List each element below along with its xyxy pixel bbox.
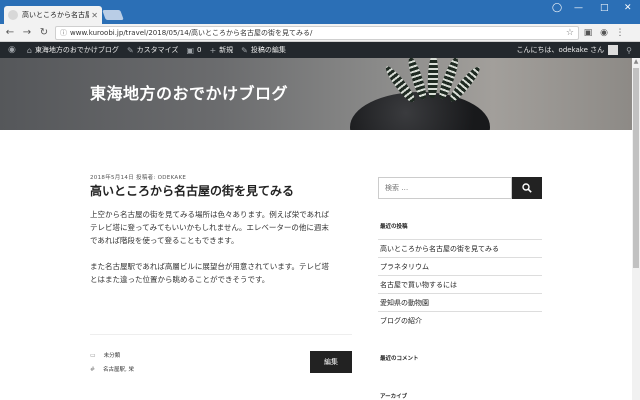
recent-comments-title: 最近のコメント — [380, 356, 419, 362]
tab-close-icon[interactable]: ✕ — [91, 11, 98, 20]
edit-button[interactable]: 編集 — [310, 351, 352, 373]
camera-icon[interactable]: ◉ — [597, 28, 611, 38]
page-scrollbar[interactable]: ▲ — [632, 58, 640, 400]
post-paragraph-line: とはまた違った位置から眺めることができそうです。 — [90, 275, 270, 284]
post-category-link[interactable]: 未分類 — [104, 351, 121, 359]
search-input[interactable] — [378, 177, 512, 199]
scroll-up-icon[interactable]: ▲ — [632, 58, 640, 66]
list-item[interactable]: 愛知県の動物園 — [378, 293, 542, 311]
adminbar-new[interactable]: + 新規 — [209, 45, 233, 55]
extension-icon[interactable]: ▣ — [581, 28, 595, 38]
hashtag-icon: # — [90, 365, 96, 373]
adminbar-account[interactable]: こんにちは、odekake さん ⚲ — [517, 45, 632, 55]
folder-icon: ▭ — [90, 351, 96, 359]
plus-icon: + — [209, 45, 217, 55]
adminbar-greeting: こんにちは、odekake さん — [516, 46, 605, 54]
archive-title: アーカイブ — [380, 394, 408, 400]
maximize-icon[interactable]: □ — [600, 3, 609, 13]
forward-icon[interactable]: → — [20, 26, 34, 40]
address-bar[interactable]: ⓘ www.kuroobi.jp/travel/2018/05/14/高いところ… — [55, 25, 579, 40]
adminbar-customize-label: カスタマイズ — [136, 46, 179, 54]
adminbar-edit-post-label: 投稿の編集 — [250, 46, 286, 54]
post-paragraph-line: テレビ塔に登ってみてもいいかもしれません。エレベーターの他に週末 — [90, 223, 329, 232]
main-content: 2018年5月14日 投稿者: ODEKAKE 高いところから名古屋の街を見てみ… — [0, 130, 632, 400]
site-header: 東海地方のおでかけブログ — [0, 58, 632, 130]
scrollbar-thumb[interactable] — [633, 68, 639, 268]
post-paragraph-line: であれば階段を使って登ることもできます。 — [90, 236, 239, 245]
wp-admin-bar: ◉ ⌂ 東海地方のおでかけブログ ✎ カスタマイズ ▣ 0 + 新規 ✎ 投稿の… — [0, 42, 640, 58]
address-url: www.kuroobi.jp/travel/2018/05/14/高いところから… — [70, 28, 313, 37]
info-icon[interactable]: ⓘ — [60, 28, 67, 38]
menu-icon[interactable]: ⋮ — [613, 28, 627, 38]
adminbar-new-label: 新規 — [219, 46, 234, 54]
adminbar-site-link[interactable]: ⌂ 東海地方のおでかけブログ — [27, 45, 119, 55]
browser-tab[interactable]: 高いところから名古屋の街を ✕ — [4, 6, 102, 24]
browser-toolbar: ← → ↻ ⓘ www.kuroobi.jp/travel/2018/05/14… — [0, 24, 640, 42]
adminbar-comments-count: 0 — [197, 46, 202, 54]
minimize-icon[interactable]: — — [574, 3, 583, 13]
post-tags-link[interactable]: 名古屋駅, 栄 — [103, 365, 134, 373]
favicon-icon — [8, 10, 18, 20]
comment-icon: ▣ — [186, 45, 194, 55]
list-item[interactable]: プラネタリウム — [378, 257, 542, 275]
pencil-icon: ✎ — [241, 45, 248, 55]
adminbar-edit-post[interactable]: ✎ 投稿の編集 — [241, 45, 286, 55]
search-icon — [522, 183, 532, 193]
profile-icon[interactable]: ◯ — [552, 3, 562, 13]
reload-icon[interactable]: ↻ — [37, 26, 51, 40]
list-item[interactable]: ブログの紹介 — [378, 311, 542, 329]
bookmark-star-icon[interactable]: ☆ — [566, 28, 574, 38]
wordpress-logo-icon[interactable]: ◉ — [8, 45, 19, 55]
back-icon[interactable]: ← — [3, 26, 17, 40]
adminbar-site-name: 東海地方のおでかけブログ — [34, 46, 119, 54]
adminbar-comments[interactable]: ▣ 0 — [186, 46, 201, 55]
recent-posts-list: 高いところから名古屋の街を見てみる プラネタリウム 名古屋で買い物するには 愛知… — [378, 239, 542, 329]
avatar — [608, 45, 619, 55]
window-close-icon[interactable]: ✕ — [624, 3, 632, 13]
search-button[interactable] — [512, 177, 542, 199]
post-footer-divider — [90, 334, 352, 335]
post-title[interactable]: 高いところから名古屋の街を見てみる — [90, 182, 294, 199]
recent-posts-title: 最近の投稿 — [380, 224, 408, 230]
post-category-row: ▭ 未分類 — [90, 351, 121, 360]
list-item[interactable]: 名古屋で買い物するには — [378, 275, 542, 293]
browser-chrome: 高いところから名古屋の街を ✕ ◯ — □ ✕ ← → ↻ ⓘ www.kuro… — [0, 0, 640, 42]
adminbar-customize[interactable]: ✎ カスタマイズ — [127, 45, 179, 55]
list-item[interactable]: 高いところから名古屋の街を見てみる — [378, 239, 542, 257]
post-meta: 2018年5月14日 投稿者: ODEKAKE — [90, 175, 187, 181]
pencil-icon: ✎ — [126, 45, 134, 55]
home-icon: ⌂ — [26, 45, 32, 55]
site-title[interactable]: 東海地方のおでかけブログ — [90, 80, 288, 104]
post-tags-row: # 名古屋駅, 栄 — [90, 365, 134, 374]
post-paragraph-line: また名古屋駅であれば高層ビルに展望台が用意されています。テレビ塔 — [90, 262, 329, 271]
tab-title: 高いところから名古屋の街を — [22, 11, 90, 19]
new-tab-button[interactable] — [102, 10, 124, 20]
post-paragraph-line: 上空から名古屋の街を見てみる場所は色々あります。例えば栄であれば — [90, 210, 330, 219]
sidebar-search — [378, 177, 542, 199]
tab-strip: 高いところから名古屋の街を ✕ ◯ — □ ✕ — [0, 0, 640, 24]
adminbar-search-icon[interactable]: ⚲ — [626, 46, 632, 55]
